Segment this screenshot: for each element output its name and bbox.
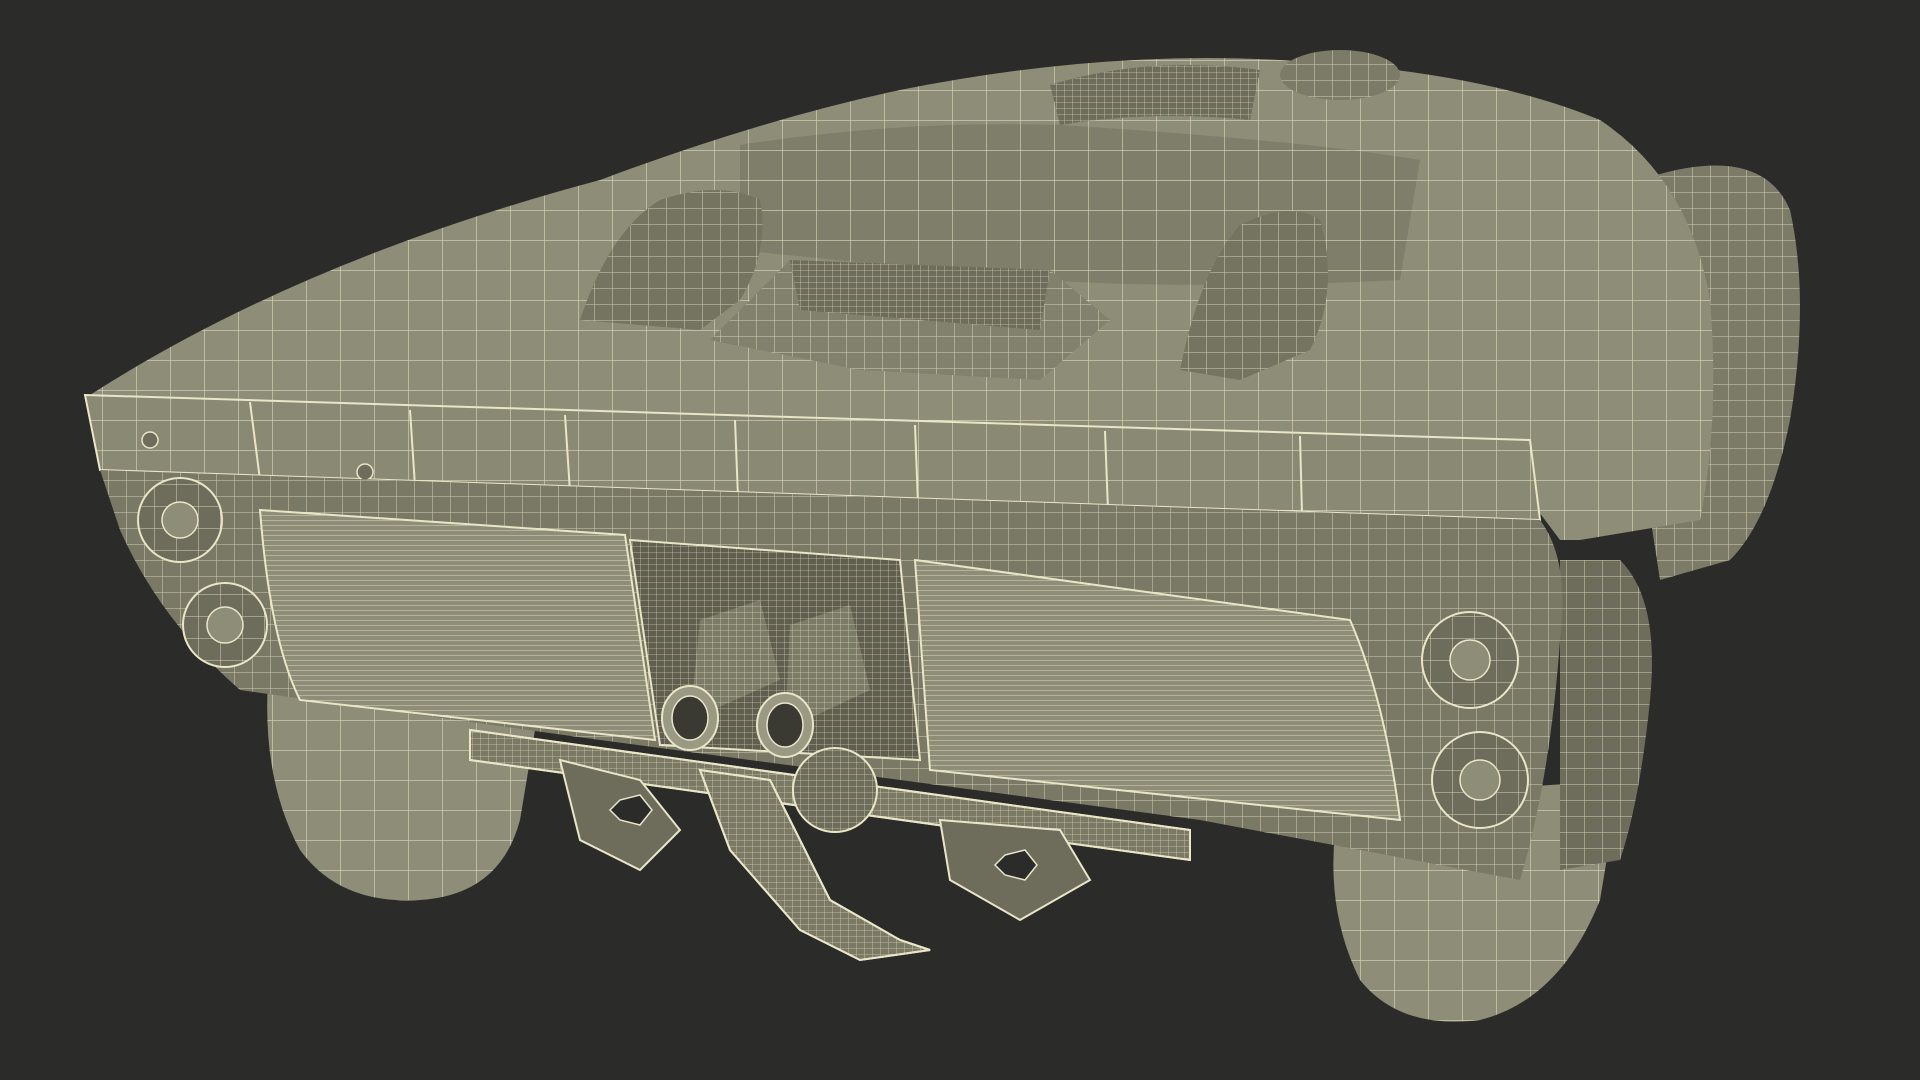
tail-light-right-lower <box>1431 731 1529 829</box>
wireframe-car-render <box>83 50 1800 1022</box>
render-viewport <box>0 0 1920 1080</box>
diff-housing <box>792 747 878 833</box>
tail-light-left-upper <box>137 477 223 563</box>
tail-light-left-lower <box>182 582 268 668</box>
tail-light-right-upper <box>1421 611 1519 709</box>
